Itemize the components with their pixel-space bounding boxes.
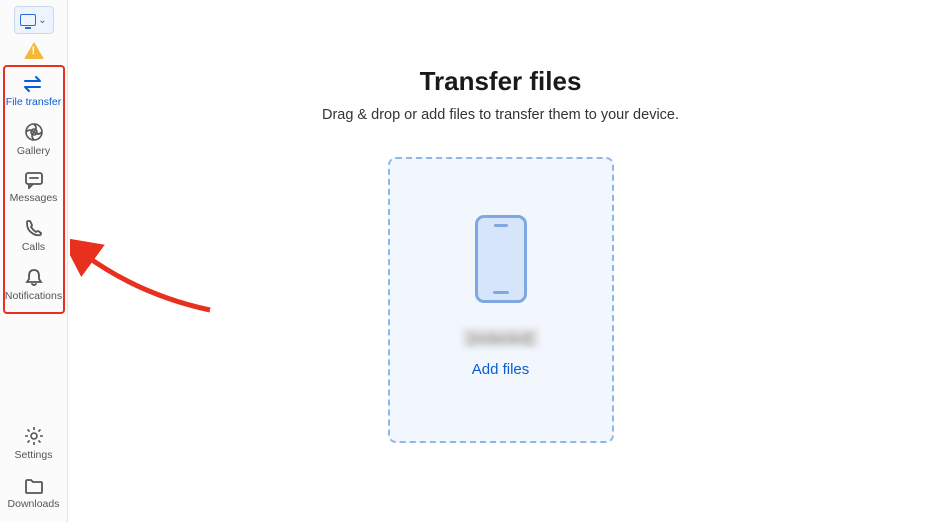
monitor-icon [20, 14, 36, 26]
device-name: [redacted] [463, 329, 537, 347]
gallery-icon [24, 122, 44, 142]
sidebar-item-label: Notifications [5, 290, 62, 302]
main-content: Transfer files Drag & drop or add files … [68, 0, 933, 522]
sidebar-item-downloads[interactable]: Downloads [0, 473, 67, 514]
downloads-icon [24, 477, 44, 495]
sidebar-item-settings[interactable]: Settings [0, 422, 67, 465]
page-title: Transfer files [420, 66, 582, 97]
sidebar-item-label: Gallery [17, 145, 50, 157]
sidebar-item-label: Settings [15, 449, 53, 461]
messages-icon [24, 171, 44, 189]
sidebar-item-gallery[interactable]: Gallery [5, 118, 63, 161]
settings-icon [24, 426, 44, 446]
sidebar-bottom: Settings Downloads [0, 422, 67, 514]
add-files-link[interactable]: Add files [472, 361, 530, 378]
sidebar: ⌄ File transfer Gallery [0, 0, 68, 522]
sidebar-item-label: Calls [22, 241, 45, 253]
device-selector[interactable]: ⌄ [14, 6, 54, 34]
sidebar-item-calls[interactable]: Calls [5, 214, 63, 257]
sidebar-item-file-transfer[interactable]: File transfer [5, 71, 63, 112]
bell-icon [24, 267, 44, 287]
chevron-down-icon: ⌄ [38, 15, 46, 26]
warning-icon[interactable] [24, 42, 44, 59]
calls-icon [24, 218, 44, 238]
page-subtitle: Drag & drop or add files to transfer the… [322, 107, 679, 123]
sidebar-item-label: File transfer [6, 96, 61, 108]
sidebar-item-notifications[interactable]: Notifications [5, 263, 63, 306]
sidebar-item-label: Messages [10, 192, 58, 204]
file-dropzone[interactable]: [redacted] Add files [388, 157, 614, 443]
phone-icon [475, 215, 527, 303]
sidebar-item-label: Downloads [8, 498, 60, 510]
transfer-icon [23, 75, 45, 93]
sidebar-item-messages[interactable]: Messages [5, 167, 63, 208]
nav-highlight-box: File transfer Gallery [3, 65, 65, 314]
